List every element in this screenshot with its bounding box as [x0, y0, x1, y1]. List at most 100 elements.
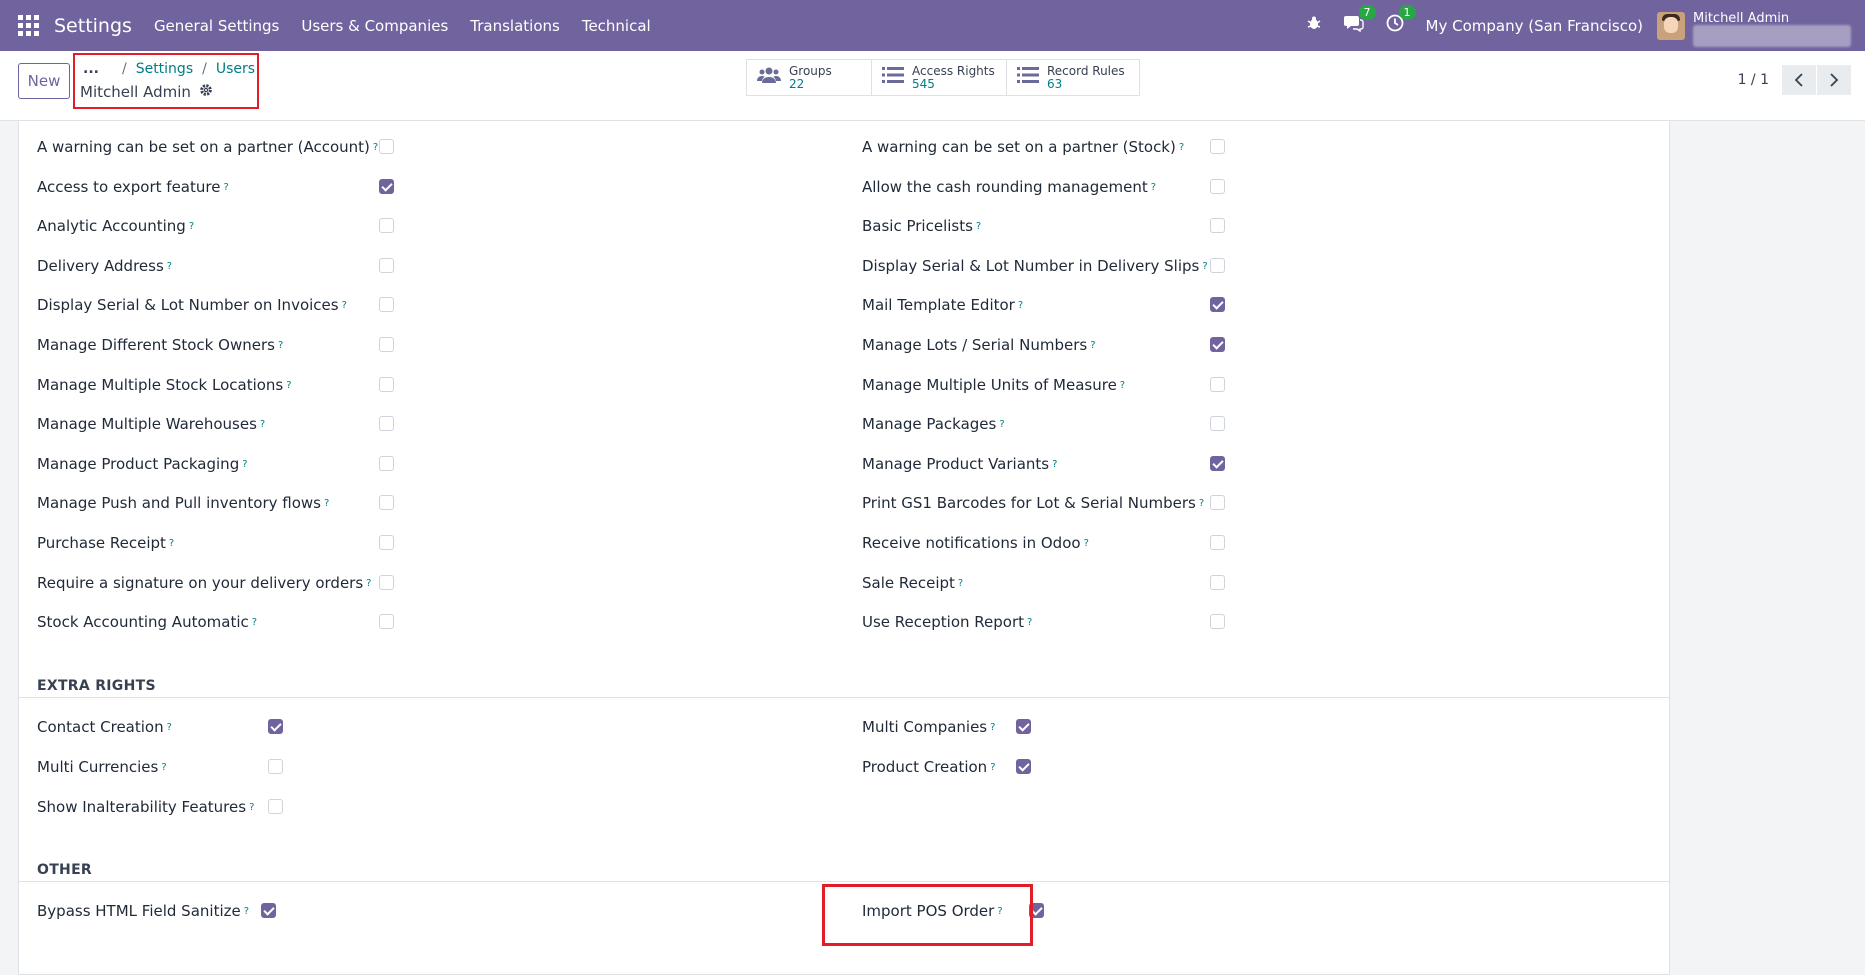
checkbox[interactable] — [1210, 337, 1225, 352]
checkbox[interactable] — [1210, 139, 1225, 154]
help-icon[interactable]: ? — [990, 722, 995, 733]
app-brand[interactable]: Settings — [54, 15, 132, 37]
help-icon[interactable]: ? — [373, 142, 378, 153]
list-item: Basic Pricelists? — [862, 217, 982, 235]
checkbox[interactable] — [1210, 297, 1225, 312]
help-icon[interactable]: ? — [167, 722, 172, 733]
checkbox[interactable] — [268, 759, 283, 774]
list-icon — [882, 66, 904, 89]
record-rules-button[interactable]: Record Rules 63 — [1007, 60, 1139, 95]
checkbox[interactable] — [1210, 614, 1225, 629]
apps-menu-icon[interactable] — [18, 14, 40, 37]
section-divider — [19, 881, 1669, 882]
menu-translations[interactable]: Translations — [470, 17, 560, 35]
annotation-highlight-box — [822, 884, 1033, 946]
groups-button[interactable]: Groups 22 — [747, 60, 872, 95]
checkbox[interactable] — [1210, 179, 1225, 194]
bug-icon[interactable] — [1306, 15, 1322, 36]
help-icon[interactable]: ? — [189, 221, 194, 232]
checkbox[interactable] — [1016, 719, 1031, 734]
user-avatar[interactable] — [1657, 11, 1685, 40]
help-icon[interactable]: ? — [286, 380, 291, 391]
help-icon[interactable]: ? — [999, 419, 1004, 430]
help-icon[interactable]: ? — [366, 578, 371, 589]
help-icon[interactable]: ? — [167, 261, 172, 272]
list-item: Display Serial & Lot Number on Invoices? — [37, 296, 347, 314]
checkbox[interactable] — [1210, 416, 1225, 431]
new-button[interactable]: New — [18, 63, 70, 99]
help-icon[interactable]: ? — [1179, 142, 1184, 153]
help-icon[interactable]: ? — [976, 221, 981, 232]
pager-value[interactable]: 1 / 1 — [1738, 72, 1769, 88]
checkbox[interactable] — [261, 903, 276, 918]
checkbox[interactable] — [1210, 218, 1225, 233]
checkbox[interactable] — [379, 337, 394, 352]
checkbox[interactable] — [379, 139, 394, 154]
checkbox[interactable] — [268, 719, 283, 734]
help-icon[interactable]: ? — [1199, 498, 1204, 509]
help-icon[interactable]: ? — [223, 182, 228, 193]
activity-clock-icon[interactable]: 1 — [1386, 5, 1416, 37]
checkbox[interactable] — [379, 495, 394, 510]
help-icon[interactable]: ? — [161, 762, 166, 773]
list-item: Display Serial & Lot Number in Delivery … — [862, 257, 1208, 275]
help-icon[interactable]: ? — [1052, 459, 1057, 470]
checkbox[interactable] — [1210, 456, 1225, 471]
chat-badge: 7 — [1358, 5, 1376, 20]
help-icon[interactable]: ? — [342, 300, 347, 311]
menu-technical[interactable]: Technical — [582, 17, 651, 35]
gear-icon[interactable] — [199, 83, 213, 101]
checkbox[interactable] — [379, 456, 394, 471]
checkbox[interactable] — [1210, 575, 1225, 590]
checkbox[interactable] — [379, 218, 394, 233]
breadcrumb-more-icon[interactable]: ... — [83, 61, 99, 77]
help-icon[interactable]: ? — [958, 578, 963, 589]
pager-next-icon[interactable] — [1817, 65, 1851, 95]
help-icon[interactable]: ? — [1027, 617, 1032, 628]
help-icon[interactable]: ? — [1090, 340, 1095, 351]
breadcrumb-users[interactable]: Users — [216, 61, 255, 77]
company-switcher[interactable]: My Company (San Francisco) — [1426, 17, 1643, 35]
help-icon[interactable]: ? — [169, 538, 174, 549]
help-icon[interactable]: ? — [1018, 300, 1023, 311]
user-menu[interactable]: Mitchell Admin — [1693, 5, 1853, 47]
access-rights-button[interactable]: Access Rights 545 — [872, 60, 1007, 95]
checkbox[interactable] — [379, 258, 394, 273]
help-icon[interactable]: ? — [242, 459, 247, 470]
list-item: Bypass HTML Field Sanitize? — [37, 902, 250, 920]
help-icon[interactable]: ? — [249, 802, 254, 813]
help-icon[interactable]: ? — [990, 762, 995, 773]
checkbox[interactable] — [1210, 495, 1225, 510]
checkbox[interactable] — [379, 535, 394, 550]
help-icon[interactable]: ? — [260, 419, 265, 430]
checkbox[interactable] — [379, 297, 394, 312]
checkbox[interactable] — [1016, 759, 1031, 774]
help-icon[interactable]: ? — [324, 498, 329, 509]
checkbox[interactable] — [1210, 377, 1225, 392]
checkbox[interactable] — [379, 179, 394, 194]
groups-count: 22 — [789, 77, 805, 91]
chat-icon[interactable]: 7 — [1343, 5, 1376, 37]
menu-general-settings[interactable]: General Settings — [154, 17, 279, 35]
checkbox[interactable] — [379, 575, 394, 590]
form-sheet: A warning can be set on a partner (Accou… — [18, 121, 1670, 975]
help-icon[interactable]: ? — [1202, 261, 1207, 272]
checkbox[interactable] — [1210, 258, 1225, 273]
help-icon[interactable]: ? — [1120, 380, 1125, 391]
checkbox[interactable] — [1210, 535, 1225, 550]
help-icon[interactable]: ? — [252, 617, 257, 628]
help-icon[interactable]: ? — [1151, 182, 1156, 193]
checkbox[interactable] — [268, 799, 283, 814]
breadcrumb-settings[interactable]: Settings — [136, 61, 193, 77]
help-icon[interactable]: ? — [278, 340, 283, 351]
help-icon[interactable]: ? — [244, 906, 249, 917]
list-item: Manage Packages? — [862, 415, 1005, 433]
list-item: Mail Template Editor? — [862, 296, 1024, 314]
pager-previous-icon[interactable] — [1782, 65, 1816, 95]
checkbox[interactable] — [379, 377, 394, 392]
help-icon[interactable]: ? — [1084, 538, 1089, 549]
checkbox[interactable] — [379, 416, 394, 431]
list-item: Manage Lots / Serial Numbers? — [862, 336, 1096, 354]
checkbox[interactable] — [379, 614, 394, 629]
menu-users-companies[interactable]: Users & Companies — [301, 17, 448, 35]
